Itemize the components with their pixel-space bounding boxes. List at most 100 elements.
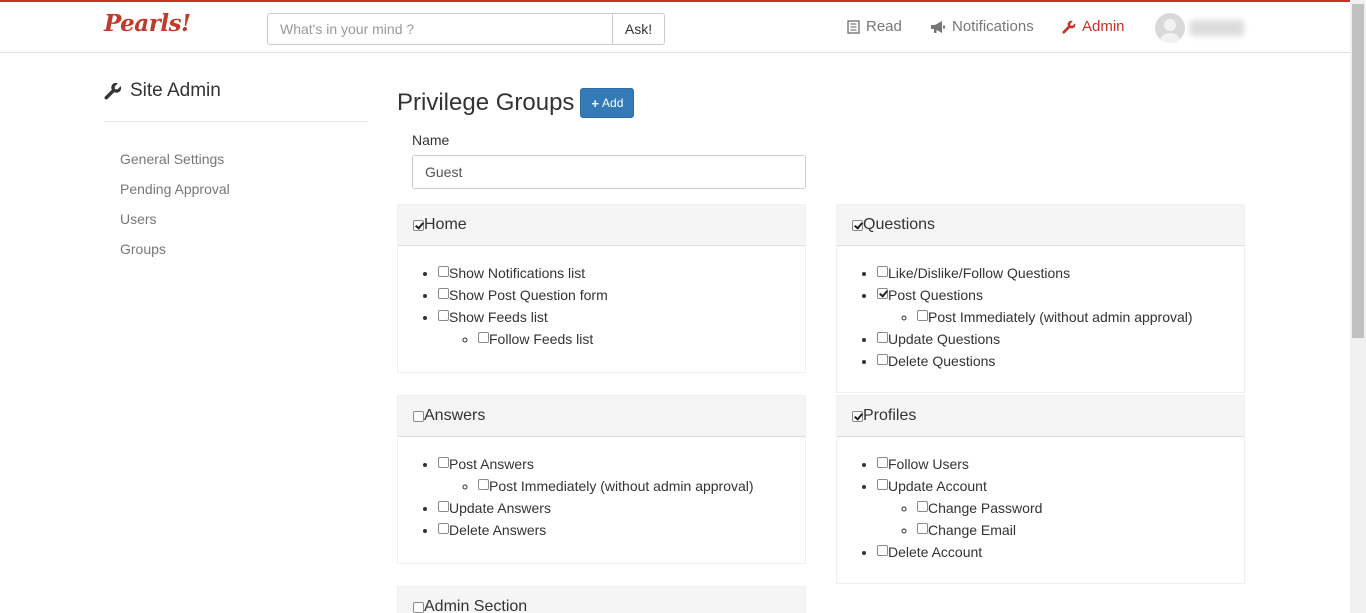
page-scrollbar[interactable] [1350, 0, 1366, 613]
panel-profiles: Profiles Follow Users Update Account Cha… [836, 395, 1245, 584]
panel-admin-title: Admin Section [424, 598, 528, 613]
sidebar-item-pending-approval[interactable]: Pending Approval [120, 174, 368, 204]
follow-users-label: Follow Users [888, 456, 969, 472]
nav-notifications-label: Notifications [952, 18, 1034, 35]
list-item: Like/Dislike/Follow Questions [877, 262, 1244, 284]
like-dislike-follow-checkbox[interactable] [877, 266, 888, 277]
post-questions-label: Post Questions [888, 287, 983, 303]
list-item: Post Immediately (without admin approval… [917, 306, 1244, 328]
panel-home-title: Home [424, 216, 467, 233]
update-account-checkbox[interactable] [877, 479, 888, 490]
change-password-label: Change Password [928, 500, 1043, 516]
panel-profiles-title: Profiles [863, 407, 917, 424]
name-label: Name [412, 132, 450, 148]
follow-feeds-checkbox[interactable] [478, 332, 489, 343]
username-blurred[interactable] [1190, 20, 1244, 36]
post-answers-checkbox[interactable] [438, 457, 449, 468]
list-item: Delete Answers [438, 519, 805, 541]
book-icon [847, 19, 860, 34]
user-silhouette-icon [1160, 19, 1180, 43]
questions-checkbox[interactable] [852, 219, 863, 231]
post-questions-checkbox[interactable] [877, 288, 888, 299]
sidebar-item-groups[interactable]: Groups [120, 234, 368, 264]
delete-answers-checkbox[interactable] [438, 523, 449, 534]
panel-answers-title: Answers [424, 407, 486, 424]
show-feeds-label: Show Feeds list [449, 309, 548, 325]
panel-home-header: Home [398, 205, 805, 246]
nav-read-label: Read [866, 18, 902, 35]
panel-questions: Questions Like/Dislike/Follow Questions … [836, 204, 1245, 393]
panel-answers-header: Answers [398, 396, 805, 437]
sidebar-title-label: Site Admin [130, 80, 221, 101]
search-form: Ask! [267, 13, 665, 45]
list-item: Update Questions [877, 328, 1244, 350]
sidebar-title: Site Admin [104, 80, 368, 122]
avatar[interactable] [1155, 13, 1185, 43]
nav-read[interactable]: Read [847, 18, 902, 35]
wrench-icon [104, 82, 122, 100]
change-email-checkbox[interactable] [917, 523, 928, 534]
change-email-label: Change Email [928, 522, 1016, 538]
nav-notifications[interactable]: Notifications [930, 18, 1034, 35]
list-item: Post Immediately (without admin approval… [478, 475, 805, 497]
follow-feeds-label: Follow Feeds list [489, 331, 594, 347]
nav-admin[interactable]: Admin [1062, 18, 1125, 35]
profiles-checkbox[interactable] [852, 410, 863, 422]
brand-logo[interactable]: Pearls! [104, 10, 191, 37]
name-form-group: Name [397, 88, 1245, 208]
list-item: Follow Feeds list [478, 328, 805, 350]
panel-profiles-header: Profiles [837, 396, 1244, 437]
delete-questions-label: Delete Questions [888, 353, 996, 369]
navbar: Pearls! Ask! Read Notifications Admin [0, 2, 1350, 53]
delete-account-label: Delete Account [888, 544, 983, 560]
list-item: Change Email [917, 519, 1244, 541]
wrench-icon [1062, 20, 1076, 34]
post-questions-immediately-checkbox[interactable] [917, 310, 928, 321]
panel-questions-header: Questions [837, 205, 1244, 246]
follow-users-checkbox[interactable] [877, 457, 888, 468]
delete-account-checkbox[interactable] [877, 545, 888, 556]
post-answers-label: Post Answers [449, 456, 534, 472]
update-answers-checkbox[interactable] [438, 501, 449, 512]
update-account-label: Update Account [888, 478, 987, 494]
sidebar-item-users[interactable]: Users [120, 204, 368, 234]
show-post-question-checkbox[interactable] [438, 288, 449, 299]
list-item: Show Feeds list Follow Feeds list [438, 306, 805, 350]
list-item: Update Answers [438, 497, 805, 519]
scrollbar-thumb[interactable] [1352, 4, 1364, 338]
show-notifications-label: Show Notifications list [449, 265, 586, 281]
post-answers-immediately-checkbox[interactable] [478, 479, 489, 490]
update-questions-label: Update Questions [888, 331, 1001, 347]
list-item: Show Notifications list [438, 262, 805, 284]
nav-admin-label: Admin [1082, 18, 1125, 35]
like-dislike-follow-label: Like/Dislike/Follow Questions [888, 265, 1071, 281]
ask-button[interactable]: Ask! [612, 13, 665, 45]
list-item: Follow Users [877, 453, 1244, 475]
delete-answers-label: Delete Answers [449, 522, 547, 538]
panel-admin-section: Admin Section [397, 586, 806, 613]
search-input[interactable] [267, 13, 612, 45]
sidebar-item-general-settings[interactable]: General Settings [120, 144, 368, 174]
home-checkbox[interactable] [413, 219, 424, 231]
update-questions-checkbox[interactable] [877, 332, 888, 343]
panel-home: Home Show Notifications list Show Post Q… [397, 204, 806, 373]
admin-section-checkbox[interactable] [413, 601, 424, 613]
list-item: Show Post Question form [438, 284, 805, 306]
update-answers-label: Update Answers [449, 500, 551, 516]
group-name-input[interactable] [412, 155, 806, 189]
answers-checkbox[interactable] [413, 410, 424, 422]
show-feeds-checkbox[interactable] [438, 310, 449, 321]
delete-questions-checkbox[interactable] [877, 354, 888, 365]
list-item: Delete Account [877, 541, 1244, 563]
list-item: Change Password [917, 497, 1244, 519]
panel-questions-title: Questions [863, 216, 936, 233]
show-post-question-label: Show Post Question form [449, 287, 608, 303]
list-item: Post Answers Post Immediately (without a… [438, 453, 805, 497]
panel-admin-header: Admin Section [398, 587, 805, 613]
list-item: Update Account Change Password Change Em… [877, 475, 1244, 541]
megaphone-icon [931, 20, 945, 33]
change-password-checkbox[interactable] [917, 501, 928, 512]
panel-answers: Answers Post Answers Post Immediately (w… [397, 395, 806, 564]
show-notifications-checkbox[interactable] [438, 266, 449, 277]
sidebar: Site Admin General Settings Pending Appr… [104, 80, 368, 264]
